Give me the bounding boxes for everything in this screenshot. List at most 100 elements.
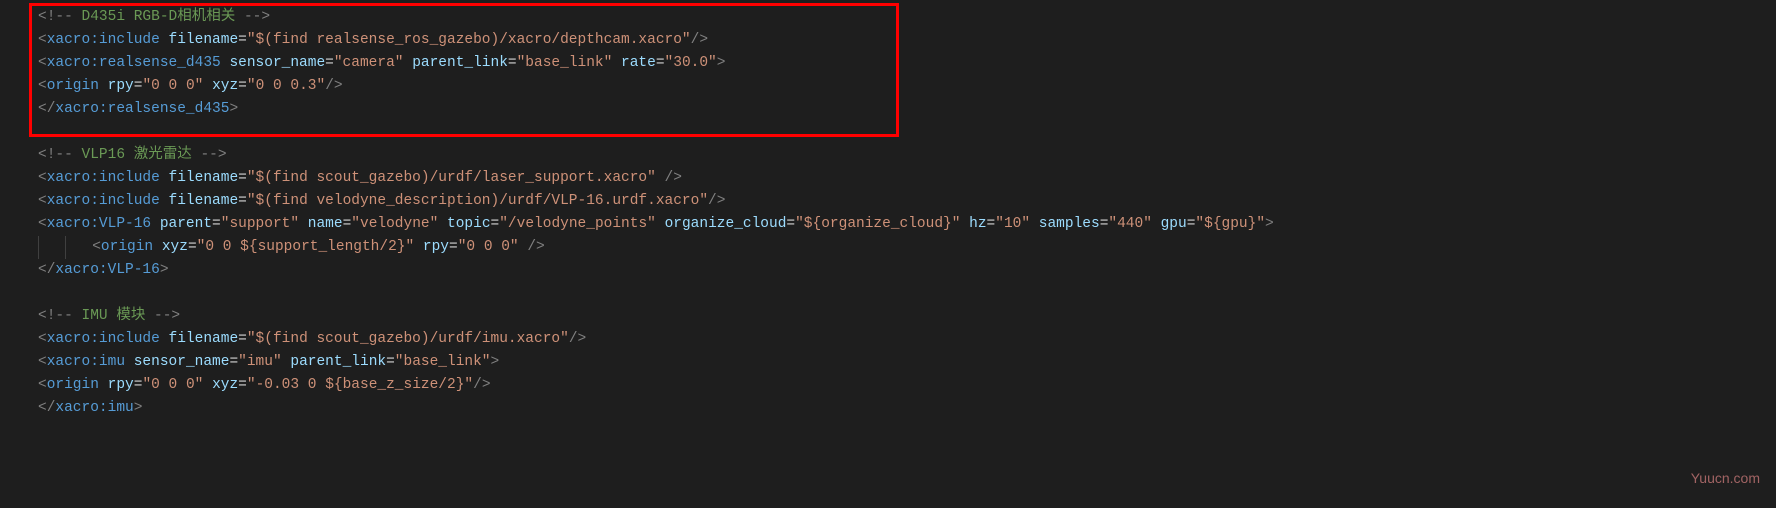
code-line[interactable]: <xacro:include filename="$(find velodyne…	[38, 190, 1776, 213]
code-line[interactable]: <xacro:include filename="$(find scout_ga…	[38, 328, 1776, 351]
code-line[interactable]: <origin rpy="0 0 0" xyz="0 0 0.3"/>	[38, 75, 1776, 98]
token-plain	[414, 239, 423, 255]
token-equals: =	[229, 354, 238, 370]
token-tag-bracket: <	[38, 354, 47, 370]
token-attr-name: xyz	[212, 78, 238, 94]
token-equals: =	[987, 216, 996, 232]
token-tag-bracket: <	[38, 331, 47, 347]
token-tag-bracket: <	[38, 55, 47, 71]
token-attr-value: "base_link"	[395, 354, 491, 370]
token-tag-bracket: <!--	[38, 147, 73, 163]
token-tag-bracket: />	[691, 32, 708, 48]
code-line[interactable]	[38, 121, 1776, 144]
token-attr-value: "10"	[995, 216, 1030, 232]
token-attr-value: "/velodyne_points"	[499, 216, 656, 232]
code-line[interactable]: <!-- IMU 模块 -->	[38, 305, 1776, 328]
code-line[interactable]: </xacro:imu>	[38, 397, 1776, 420]
token-attr-name: rpy	[108, 377, 134, 393]
token-attr-name: rate	[621, 55, 656, 71]
code-line[interactable]: <origin rpy="0 0 0" xyz="-0.03 0 ${base_…	[38, 374, 1776, 397]
code-line[interactable]: </xacro:VLP-16>	[38, 259, 1776, 282]
token-tag-name: xacro:realsense_d435	[47, 55, 221, 71]
token-attr-name: sensor_name	[229, 55, 325, 71]
token-tag-name: xacro:imu	[55, 400, 133, 416]
code-line[interactable]: </xacro:realsense_d435>	[38, 98, 1776, 121]
token-tag-bracket: <	[38, 170, 47, 186]
token-attr-value: "$(find scout_gazebo)/urdf/laser_support…	[247, 170, 656, 186]
token-comment: IMU 模块	[73, 308, 154, 324]
token-tag-name: origin	[47, 78, 99, 94]
code-line[interactable]	[38, 282, 1776, 305]
token-attr-value: "$(find scout_gazebo)/urdf/imu.xacro"	[247, 331, 569, 347]
token-plain	[99, 377, 108, 393]
code-line[interactable]: <xacro:realsense_d435 sensor_name="camer…	[38, 52, 1776, 75]
token-plain	[1030, 216, 1039, 232]
token-plain	[1152, 216, 1161, 232]
token-tag-bracket: />	[473, 377, 490, 393]
token-equals: =	[238, 170, 247, 186]
token-equals: =	[238, 377, 247, 393]
token-attr-value: "${gpu}"	[1195, 216, 1265, 232]
token-tag-name: xacro:realsense_d435	[55, 101, 229, 117]
token-equals: =	[325, 55, 334, 71]
code-line[interactable]: <xacro:VLP-16 parent="support" name="vel…	[38, 213, 1776, 236]
token-plain	[160, 32, 169, 48]
token-tag-bracket: />	[665, 170, 682, 186]
token-attr-name: filename	[169, 32, 239, 48]
token-plain	[125, 354, 134, 370]
token-attr-value: "0 0 0"	[142, 78, 203, 94]
token-tag-bracket: >	[134, 400, 143, 416]
token-plain	[203, 377, 212, 393]
token-equals: =	[449, 239, 458, 255]
token-tag-bracket: >	[491, 354, 500, 370]
token-attr-value: "imu"	[238, 354, 282, 370]
token-equals: =	[508, 55, 517, 71]
token-tag-name: xacro:include	[47, 32, 160, 48]
token-attr-name: filename	[169, 331, 239, 347]
code-editor[interactable]: <!-- D435i RGB-D相机相关 --><xacro:include f…	[0, 6, 1776, 420]
watermark-text: Yuucn.com	[1691, 467, 1760, 490]
token-tag-bracket: </	[38, 101, 55, 117]
indent-guide	[38, 236, 65, 259]
code-line[interactable]: <origin xyz="0 0 ${support_length/2}" rp…	[38, 236, 1776, 259]
token-equals: =	[343, 216, 352, 232]
token-attr-value: "440"	[1108, 216, 1152, 232]
code-line[interactable]: <!-- D435i RGB-D相机相关 -->	[38, 6, 1776, 29]
token-attr-name: samples	[1039, 216, 1100, 232]
token-tag-bracket: >	[717, 55, 726, 71]
token-plain	[99, 78, 108, 94]
token-tag-bracket: -->	[200, 147, 226, 163]
token-comment: VLP16 激光雷达	[73, 147, 201, 163]
code-line[interactable]: <xacro:include filename="$(find realsens…	[38, 29, 1776, 52]
token-equals: =	[386, 354, 395, 370]
token-equals: =	[212, 216, 221, 232]
token-attr-name: filename	[169, 170, 239, 186]
token-tag-bracket: />	[527, 239, 544, 255]
token-tag-bracket: </	[38, 400, 55, 416]
token-tag-bracket: >	[160, 262, 169, 278]
token-tag-name: xacro:VLP-16	[55, 262, 159, 278]
token-attr-name: rpy	[108, 78, 134, 94]
token-attr-value: "30.0"	[665, 55, 717, 71]
code-line[interactable]: <xacro:include filename="$(find scout_ga…	[38, 167, 1776, 190]
token-tag-bracket: <	[38, 216, 47, 232]
token-tag-name: origin	[101, 239, 153, 255]
token-tag-bracket: >	[1265, 216, 1274, 232]
token-attr-value: "${organize_cloud}"	[795, 216, 960, 232]
token-plain	[960, 216, 969, 232]
token-attr-value: "$(find realsense_ros_gazebo)/xacro/dept…	[247, 32, 691, 48]
token-attr-name: organize_cloud	[665, 216, 787, 232]
token-attr-value: "velodyne"	[351, 216, 438, 232]
token-equals: =	[238, 32, 247, 48]
token-tag-name: xacro:include	[47, 193, 160, 209]
code-line[interactable]: <!-- VLP16 激光雷达 -->	[38, 144, 1776, 167]
token-tag-name: origin	[47, 377, 99, 393]
token-plain	[160, 193, 169, 209]
token-tag-bracket: <	[38, 78, 47, 94]
token-tag-bracket: </	[38, 262, 55, 278]
token-equals: =	[238, 78, 247, 94]
token-tag-name: xacro:VLP-16	[47, 216, 151, 232]
token-plain	[656, 216, 665, 232]
code-line[interactable]: <xacro:imu sensor_name="imu" parent_link…	[38, 351, 1776, 374]
token-equals: =	[786, 216, 795, 232]
